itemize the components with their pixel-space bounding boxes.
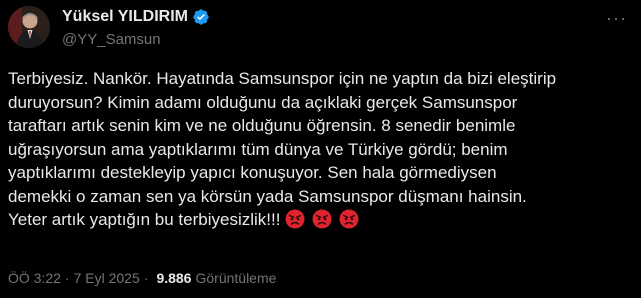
angry-face-icon	[339, 209, 359, 229]
tweet-text: Terbiyesiz. Nankör. Hayatında Samsunspor…	[8, 67, 633, 232]
tweet-line: Terbiyesiz. Nankör. Hayatında Samsunspor…	[8, 69, 557, 88]
name-row: Yüksel YILDIRIM	[62, 6, 210, 28]
meta-separator: ·	[143, 270, 149, 286]
tweet-date[interactable]: 7 Eyl 2025	[74, 270, 140, 286]
tweet-meta: ÖÖ 3:22 · 7 Eyl 2025 · 9.886 Görüntüleme	[8, 270, 276, 286]
more-options-icon[interactable]: ···	[606, 8, 627, 29]
tweet-line: taraftarı artık senin kim ve ne olduğunu…	[8, 116, 516, 135]
tweet-line: duruyorsun? Kimin adamı olduğunu da açık…	[8, 92, 518, 112]
tweet-line: yaptıklarımı destekleyip yapıcı konuşuyo…	[8, 163, 497, 182]
views-count: 9.886	[156, 270, 192, 286]
verified-badge-icon[interactable]	[192, 8, 210, 26]
author-names: Yüksel YILDIRIM @YY_Samsun	[62, 6, 210, 49]
tweet-time[interactable]: ÖÖ 3:22	[8, 270, 61, 286]
tweet-card: Yüksel YILDIRIM @YY_Samsun ··· Terbiyesi…	[0, 0, 641, 298]
emoji-group	[285, 209, 366, 229]
author-handle[interactable]: @YY_Samsun	[62, 31, 210, 49]
angry-face-icon	[312, 209, 332, 229]
angry-face-icon	[285, 209, 305, 229]
tweet-line: demekki o zaman sen ya körsün yada Samsu…	[8, 186, 527, 206]
display-name[interactable]: Yüksel YILDIRIM	[62, 7, 188, 27]
tweet-line: Yeter artık yaptığın bu terbiyesizlik!!!	[8, 210, 286, 229]
meta-separator: ·	[64, 270, 70, 286]
tweet-header: Yüksel YILDIRIM @YY_Samsun	[8, 6, 210, 49]
avatar[interactable]	[8, 6, 50, 48]
views-label: Görüntüleme	[195, 270, 277, 286]
tweet-line: uğraşıyorsun ama yaptıklarımı tüm dünya …	[8, 139, 508, 159]
